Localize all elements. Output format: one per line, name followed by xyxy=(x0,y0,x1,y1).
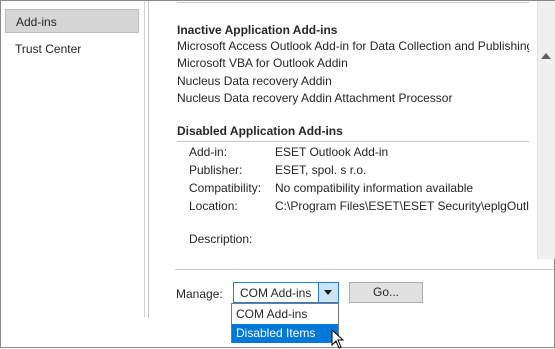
list-item[interactable]: Nucleus Data recovery Addin xyxy=(177,74,332,88)
manage-options-list[interactable]: COM Add-ins Disabled Items xyxy=(231,303,339,343)
add-ins-list[interactable]: Inactive Application Add-ins Microsoft A… xyxy=(149,1,529,259)
divider xyxy=(177,141,529,142)
location-value: C:\Program Files\ESET\ESET Security\eplg… xyxy=(275,199,529,213)
manage-dropdown[interactable]: COM Add-ins xyxy=(233,282,339,303)
scroll-up-icon[interactable] xyxy=(541,53,551,59)
add-ins-panel: Inactive Application Add-ins Microsoft A… xyxy=(148,1,555,319)
nav-item-label: Trust Center xyxy=(15,42,82,56)
go-button[interactable]: Go... xyxy=(349,282,423,303)
disabled-section-title: Disabled Application Add-ins xyxy=(177,124,343,138)
list-item[interactable]: Microsoft VBA for Outlook Addin xyxy=(177,56,348,70)
option-com-add-ins[interactable]: COM Add-ins xyxy=(232,305,338,324)
left-nav: Add-ins Trust Center xyxy=(1,1,145,317)
publisher-label: Publisher: xyxy=(189,163,243,177)
chevron-down-icon xyxy=(324,290,332,295)
addin-label: Add-in: xyxy=(189,145,228,159)
list-item[interactable]: Microsoft Access Outlook Add-in for Data… xyxy=(177,39,529,53)
location-label: Location: xyxy=(189,199,238,213)
nav-item-trust-center[interactable]: Trust Center xyxy=(5,37,139,61)
description-label: Description: xyxy=(189,232,253,246)
nav-item-label: Add-ins xyxy=(16,15,57,29)
publisher-value: ESET, spol. s r.o. xyxy=(275,163,367,177)
option-disabled-items[interactable]: Disabled Items xyxy=(232,324,338,343)
list-item[interactable]: Nucleus Data recovery Addin Attachment P… xyxy=(177,91,452,105)
manage-dropdown-value: COM Add-ins xyxy=(240,286,312,300)
mouse-pointer-icon xyxy=(331,329,345,349)
compatibility-label: Compatibility: xyxy=(189,181,262,195)
manage-label: Manage: xyxy=(176,287,223,301)
nav-item-add-ins[interactable]: Add-ins xyxy=(5,9,139,33)
dropdown-button[interactable] xyxy=(318,283,338,302)
addin-value: ESET Outlook Add-in xyxy=(275,145,389,159)
divider xyxy=(177,2,529,3)
compatibility-value: No compatibility information available xyxy=(275,181,474,195)
inactive-section-title: Inactive Application Add-ins xyxy=(177,23,338,37)
vertical-scrollbar[interactable] xyxy=(537,1,555,259)
divider xyxy=(175,269,554,270)
